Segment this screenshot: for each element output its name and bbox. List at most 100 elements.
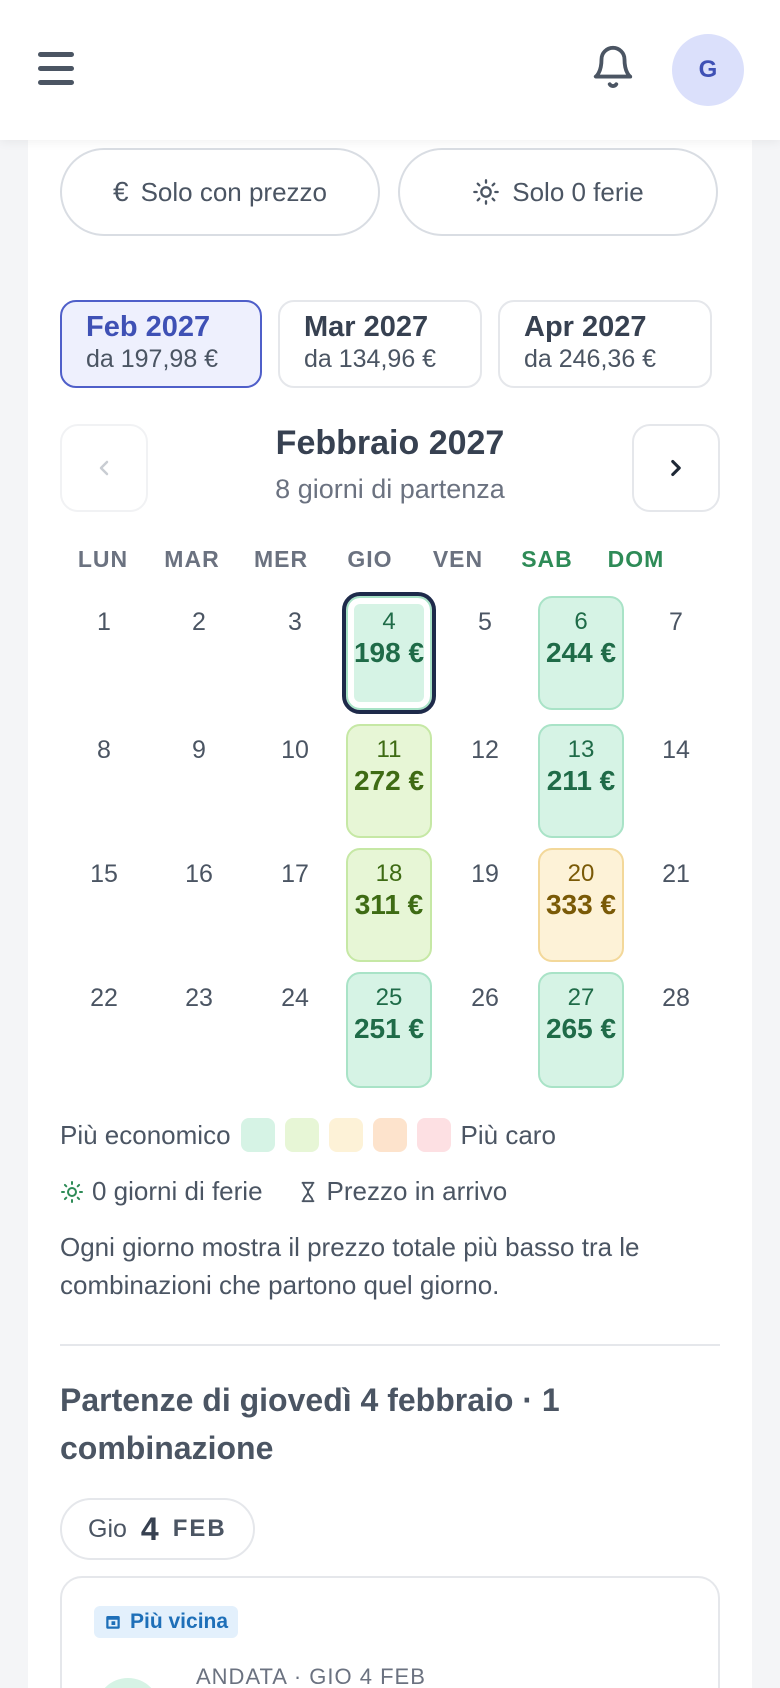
- calendar-day-priced[interactable]: 27 265 €: [538, 972, 624, 1088]
- month-name: Mar 2027: [304, 311, 429, 343]
- calendar-icon: [106, 1616, 120, 1629]
- day-number: 6: [574, 608, 588, 635]
- closest-badge: Più vicina: [94, 1606, 239, 1638]
- day-number: 25: [375, 984, 403, 1011]
- legend-swatch-4: [372, 1118, 407, 1152]
- calendar-day-priced[interactable]: 18 311 €: [346, 848, 432, 962]
- calendar-day: 1: [97, 608, 111, 636]
- legend-zero-days-label: 0 giorni di ferie: [92, 1176, 263, 1206]
- calendar-day: 24: [281, 984, 309, 1012]
- price-legend: Più economico Più caro: [60, 1118, 556, 1152]
- notification-bell-icon[interactable]: [590, 44, 636, 90]
- calendar-note: Ogni giorno mostra il prezzo totale più …: [60, 1232, 640, 1300]
- hamburger-menu-icon[interactable]: [38, 52, 76, 86]
- month-tab-mar[interactable]: Mar 2027 da 134,96 €: [278, 300, 482, 388]
- calendar-day: 28: [662, 984, 690, 1012]
- calendar-day-priced[interactable]: 13 211 €: [538, 724, 624, 838]
- calendar-day-priced[interactable]: 25 251 €: [346, 972, 432, 1088]
- calendar-day: 16: [185, 860, 213, 888]
- chip-weekday: Gio: [88, 1514, 127, 1543]
- weekday-header: VEN: [432, 546, 484, 572]
- legend-swatch-3: [328, 1118, 363, 1152]
- filter-only-priced-button[interactable]: € Solo con prezzo: [60, 148, 380, 236]
- next-month-button[interactable]: [632, 424, 720, 512]
- user-avatar[interactable]: G: [672, 34, 744, 106]
- divider: [60, 1344, 720, 1346]
- app-header: G: [0, 0, 780, 140]
- day-price: 311 €: [354, 889, 424, 920]
- leg-icon: [96, 1678, 160, 1688]
- calendar-day: 2: [192, 608, 206, 636]
- legend-swatch-1: [240, 1118, 275, 1152]
- weekday-header: GIO: [347, 546, 393, 572]
- month-min-price: da 134,96 €: [304, 345, 437, 373]
- legend-swatch-2: [284, 1118, 319, 1152]
- day-number: 20: [567, 860, 595, 887]
- legend-swatch-5: [416, 1118, 451, 1152]
- hourglass-icon: [297, 1180, 319, 1204]
- chip-month: FEB: [172, 1515, 227, 1542]
- month-min-price: da 246,36 €: [524, 345, 657, 373]
- calendar-subtitle: 8 giorni di partenza: [275, 474, 505, 504]
- calendar-day: 5: [478, 608, 492, 636]
- weekday-header: MAR: [164, 546, 220, 572]
- chevron-right-icon: [671, 459, 681, 477]
- month-name: Feb 2027: [86, 311, 211, 343]
- chevron-left-icon: [99, 460, 109, 476]
- legend-pending-label: Prezzo in arrivo: [326, 1176, 508, 1206]
- legend-symbols: 0 giorni di ferie Prezzo in arrivo: [60, 1176, 507, 1207]
- day-number: 27: [567, 984, 595, 1011]
- day-price: 198 €: [353, 637, 425, 668]
- calendar-day-priced[interactable]: 6 244 €: [538, 596, 624, 710]
- calendar-day: 17: [281, 860, 309, 888]
- filter-zero-leave-button[interactable]: Solo 0 ferie: [398, 148, 718, 236]
- day-number: 13: [567, 736, 595, 763]
- calendar-day-priced[interactable]: 11 272 €: [346, 724, 432, 838]
- filter-label: Solo con prezzo: [140, 176, 328, 207]
- weekday-header: LUN: [77, 546, 129, 572]
- calendar-day: 10: [281, 736, 309, 764]
- day-price: 251 €: [353, 1013, 425, 1044]
- prev-month-button[interactable]: [60, 424, 148, 512]
- calendar-day: 26: [471, 984, 499, 1012]
- weekday-header: DOM: [607, 546, 665, 572]
- calendar-day: 15: [90, 860, 118, 888]
- calendar-day-priced[interactable]: 4 198 €: [342, 592, 436, 714]
- day-price: 211 €: [546, 765, 616, 796]
- calendar-day-priced[interactable]: 20 333 €: [538, 848, 624, 962]
- legend-cheap-label: Più economico: [60, 1119, 231, 1150]
- calendar-day: 14: [662, 736, 690, 764]
- calendar-day: 19: [471, 860, 499, 888]
- day-price: 265 €: [545, 1013, 617, 1044]
- calendar-day: 9: [192, 736, 206, 764]
- month-name: Apr 2027: [524, 311, 647, 343]
- badge-label: Più vicina: [130, 1610, 229, 1633]
- day-number: 11: [376, 736, 402, 763]
- month-min-price: da 197,98 €: [86, 345, 219, 373]
- day-number: 4: [382, 608, 396, 635]
- weekday-header: MER: [253, 546, 309, 572]
- sun-icon: [472, 178, 500, 206]
- calendar-day: 7: [669, 608, 683, 636]
- departures-title: Partenze di giovedì 4 febbraio · 1 combi…: [60, 1382, 560, 1466]
- month-tab-apr[interactable]: Apr 2027 da 246,36 €: [498, 300, 712, 388]
- sun-icon: [60, 1180, 84, 1204]
- day-price: 272 €: [353, 765, 425, 796]
- day-number: 18: [375, 860, 403, 887]
- day-price: 333 €: [545, 889, 617, 920]
- calendar-day: 22: [90, 984, 118, 1012]
- departure-result-card[interactable]: Più vicina ANDATA · GIO 4 FEB: [60, 1576, 720, 1688]
- calendar-title: Febbraio 2027: [275, 424, 505, 462]
- calendar-day: 3: [288, 608, 302, 636]
- weekday-header: SAB: [521, 546, 573, 572]
- legend-expensive-label: Più caro: [460, 1119, 556, 1150]
- filter-label: Solo 0 ferie: [512, 176, 644, 207]
- calendar-day: 21: [662, 860, 690, 888]
- calendar-day: 12: [471, 736, 499, 764]
- leg-label: ANDATA · GIO 4 FEB: [196, 1664, 426, 1688]
- euro-icon: €: [112, 176, 129, 207]
- month-tab-feb[interactable]: Feb 2027 da 197,98 €: [60, 300, 262, 388]
- day-price: 244 €: [545, 637, 617, 668]
- date-chip[interactable]: Gio 4 FEB: [60, 1498, 255, 1560]
- chip-day: 4: [140, 1510, 159, 1547]
